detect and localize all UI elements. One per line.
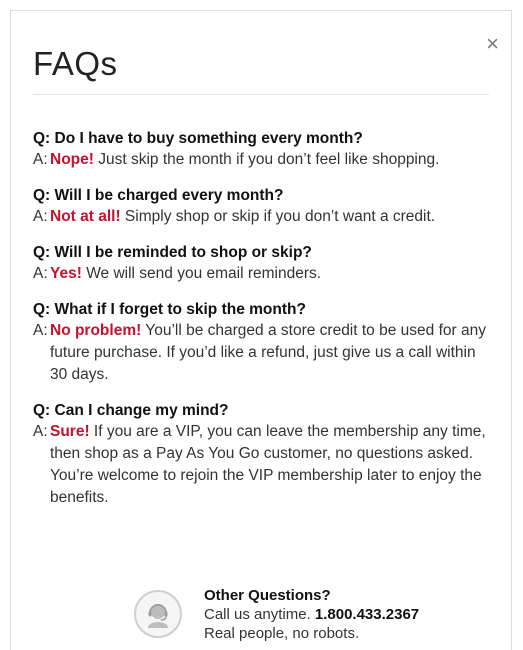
faq-answer: A: No problem! You’ll be charged a store… — [33, 320, 497, 386]
faq-answer: A: Not at all! Simply shop or skip if yo… — [33, 206, 497, 228]
answer-text: We will send you email reminders. — [81, 265, 322, 282]
faq-question: Q: Will I be charged every month? — [33, 187, 284, 204]
faq-modal: × FAQs Q: Do I have to buy something eve… — [10, 10, 512, 650]
contact-block: Other Questions? Call us anytime. 1.800.… — [134, 586, 419, 643]
faq-question: Q: What if I forget to skip the month? — [33, 301, 306, 318]
support-agent-icon — [134, 590, 182, 638]
call-text: Call us anytime. — [204, 606, 315, 623]
faq-question: Q: Will I be reminded to shop or skip? — [33, 244, 312, 261]
answer-text: Simply shop or skip if you don’t want a … — [120, 208, 436, 225]
close-icon[interactable]: × — [486, 33, 499, 55]
answer-text: Just skip the month if you don’t feel li… — [93, 151, 440, 168]
faq-item: Q: Can I change my mind? A: Sure! If you… — [33, 400, 497, 509]
contact-tagline: Real people, no robots. — [204, 625, 360, 642]
contact-call-line: Call us anytime. 1.800.433.2367 — [204, 605, 419, 624]
answer-highlight: Nope! — [50, 151, 94, 168]
answer-text: If you are a VIP, you can leave the memb… — [50, 423, 486, 506]
answer-highlight: Not at all! — [50, 208, 121, 225]
faq-item: Q: Will I be charged every month? A: Not… — [33, 185, 497, 228]
answer-highlight: Sure! — [50, 423, 90, 440]
modal-title: FAQs — [33, 45, 118, 82]
faq-answer: A: Nope! Just skip the month if you don’… — [33, 149, 497, 171]
phone-number[interactable]: 1.800.433.2367 — [315, 606, 419, 623]
title-divider — [33, 94, 489, 95]
answer-highlight: No problem! — [50, 322, 142, 339]
faq-answer: A: Sure! If you are a VIP, you can leave… — [33, 421, 497, 509]
answer-prefix: A: — [33, 423, 48, 440]
answer-prefix: A: — [33, 208, 48, 225]
answer-prefix: A: — [33, 322, 48, 339]
answer-highlight: Yes! — [50, 265, 82, 282]
faq-question: Q: Do I have to buy something every mont… — [33, 130, 363, 147]
contact-text: Other Questions? Call us anytime. 1.800.… — [204, 586, 419, 643]
contact-title: Other Questions? — [204, 587, 331, 604]
faq-question: Q: Can I change my mind? — [33, 402, 229, 419]
faq-item: Q: Will I be reminded to shop or skip? A… — [33, 242, 497, 285]
faq-answer: A: Yes! We will send you email reminders… — [33, 263, 497, 285]
faq-list: Q: Do I have to buy something every mont… — [33, 128, 497, 523]
answer-prefix: A: — [33, 151, 48, 168]
answer-prefix: A: — [33, 265, 48, 282]
faq-item: Q: Do I have to buy something every mont… — [33, 128, 497, 171]
faq-item: Q: What if I forget to skip the month? A… — [33, 299, 497, 386]
